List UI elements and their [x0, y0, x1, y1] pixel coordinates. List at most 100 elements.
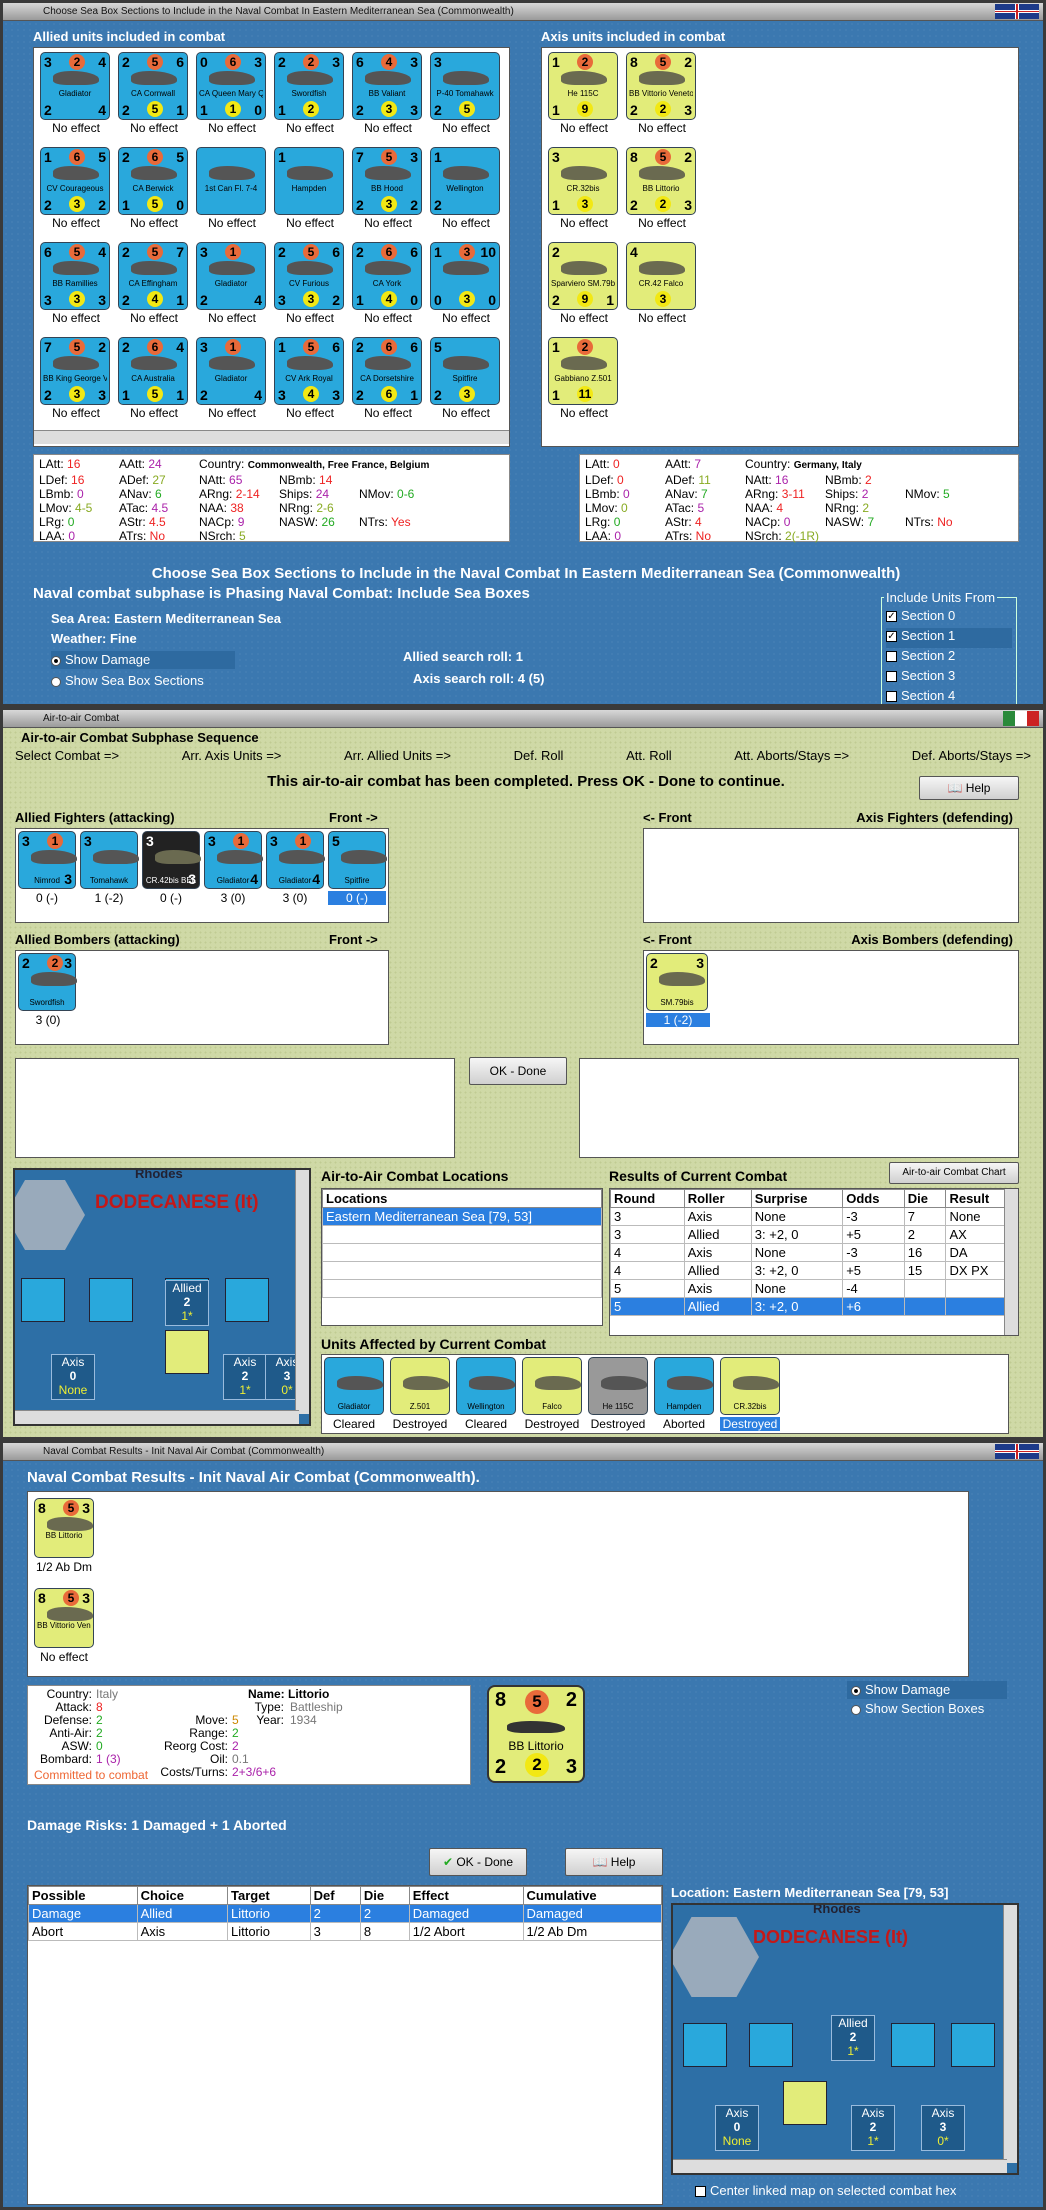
unit-counter[interactable]: 8 5 3 BB Littorio: [34, 1498, 94, 1558]
unit-counter[interactable]: 5 Spitfire: [328, 831, 387, 889]
unit-counter[interactable]: 3 1 4 Gladiator: [266, 831, 325, 889]
unit-counter[interactable]: 3 1 3 CR.32bis: [548, 147, 618, 215]
unit-counter[interactable]: 8 5 2 2 2 3 BB Vittorio Veneto: [626, 52, 696, 120]
map-unit[interactable]: [951, 2023, 995, 2067]
map-unit[interactable]: [783, 2081, 827, 2125]
unit-counter[interactable]: 7 5 3 2 3 2 BB Hood: [352, 147, 422, 215]
naval-units-panel[interactable]: 8 5 3 BB Littorio 1/2 Ab Dm 8 5 3 BB Vittorio Ve…: [27, 1491, 969, 1677]
map-axis-box[interactable]: Axis 0 None: [715, 2105, 759, 2151]
map-axis-box[interactable]: Axis 2 1*: [851, 2105, 895, 2151]
unit-counter[interactable]: 3 2 5 P-40 Tomahawk: [430, 52, 500, 120]
map-vscrollbar[interactable]: [295, 1170, 309, 1414]
axis-units-panel[interactable]: 1 2 1 9 He 115C No effect 8 5 2 2 2 3 BB Vittorio Ve…: [541, 47, 1019, 447]
results-row[interactable]: 4 Axis None -3 16 DA: [610, 1243, 1018, 1262]
unit-counter[interactable]: 1 2 Wellington: [430, 147, 500, 215]
air-combat-chart-button[interactable]: Air-to-air Combat Chart: [889, 1162, 1019, 1184]
results-row[interactable]: 4 Allied 3: +2, 0 +5 15 DX PX: [610, 1261, 1018, 1280]
results-table[interactable]: Round Roller Surprise Odds Die Result 3 Axis Non…: [609, 1188, 1019, 1336]
unit-counter[interactable]: 2 5 6 3 3 2 CV Furious: [274, 242, 344, 310]
map-axis-box[interactable]: Axis 3 0*: [921, 2105, 965, 2151]
unit-counter[interactable]: 3 1 2 4 Gladiator: [196, 242, 266, 310]
unit-counter[interactable]: 1 Hampden: [274, 147, 344, 215]
damage-row[interactable]: Abort Axis Littorio 3 8 1/2 Abort 1/2 Ab Dm: [28, 1922, 663, 1941]
help-button[interactable]: 📖 Help: [565, 1848, 663, 1876]
results-row[interactable]: 3 Allied 3: +2, 0 +5 2 AX: [610, 1225, 1018, 1244]
unit-counter[interactable]: 8 5 2 2 2 3 BB Littorio: [626, 147, 696, 215]
map-hscrollbar[interactable]: [15, 1410, 299, 1424]
results-row[interactable]: 5 Allied 3: +2, 0 +6: [610, 1297, 1018, 1316]
map-axis-box[interactable]: Axis 2 1*: [223, 1354, 267, 1400]
unit-counter[interactable]: 063110CA Queen Mary Queen Elizabeth: [196, 52, 266, 120]
allied-fighters-panel[interactable]: 3 1 3 Nimrod 0 (-) 3 Tomahawk 1 (-2) 3 3 CR.42bis …: [15, 828, 389, 923]
unit-counter[interactable]: 3 1 4 Gladiator: [204, 831, 263, 889]
unit-counter[interactable]: 1st Can Fl. 7-4: [196, 147, 266, 215]
map-unit[interactable]: [683, 2023, 727, 2067]
unit-counter[interactable]: 3 Tomahawk: [80, 831, 139, 889]
unit-counter[interactable]: 1 5 6 3 4 3 CV Ark Royal: [274, 337, 344, 405]
unit-counter[interactable]: 3 1 3 Nimrod: [18, 831, 77, 889]
map-unit[interactable]: [21, 1278, 65, 1322]
allied-hscrollbar[interactable]: [34, 430, 509, 444]
map-allied-box[interactable]: Allied 2 1*: [831, 2015, 875, 2061]
axis-fighters-panel[interactable]: [643, 828, 1019, 923]
unit-counter[interactable]: 6 4 3 2 3 3 BB Valiant: [352, 52, 422, 120]
show-damage-radio[interactable]: Show Damage: [847, 1681, 1007, 1699]
location-row[interactable]: Eastern Mediterranean Sea [79, 53]: [322, 1207, 602, 1226]
mini-map[interactable]: Rhodes DODECANESE (It) Axis 0 None Axis 2 1* A…: [13, 1168, 311, 1426]
unit-counter[interactable]: 1 2 1 11 Gabbiano Z.501: [548, 337, 618, 405]
unit-counter[interactable]: 2 2 3 Swordfish: [18, 953, 77, 1011]
unit-counter[interactable]: 1 6 5 2 3 2 CV Courageous: [40, 147, 110, 215]
center-map-checkbox[interactable]: Center linked map on selected combat hex: [695, 2183, 956, 2198]
unit-counter[interactable]: 3 2 4 2 4 Gladiator: [40, 52, 110, 120]
allied-bombers-panel[interactable]: 2 2 3 Swordfish 3 (0): [15, 950, 389, 1045]
axis-bombers-panel[interactable]: 2 3 SM.79bis 1 (-2): [643, 950, 1019, 1045]
map-unit[interactable]: [225, 1278, 269, 1322]
selected-unit-counter[interactable]: 8 5 2 BB Littorio 2 2 3: [487, 1685, 585, 1783]
unit-counter[interactable]: 2 6 6 1 4 0 CA York: [352, 242, 422, 310]
unit-counter[interactable]: CR.32bis: [720, 1357, 780, 1415]
unit-counter[interactable]: 8 53 BB Vittorio Veneto: [34, 1588, 94, 1648]
unit-counter[interactable]: Wellington: [456, 1357, 516, 1415]
unit-counter[interactable]: 2 6 4 1 5 1 CA Australia: [118, 337, 188, 405]
map-vscrollbar[interactable]: [1003, 1905, 1017, 2163]
locations-table[interactable]: Locations Eastern Mediterranean Sea [79,…: [321, 1188, 603, 1326]
window-titlebar[interactable]: Air-to-air Combat: [3, 710, 1043, 728]
allied-units-panel[interactable]: 3 2 4 2 4 Gladiator No effect 2 5 6 2 5 1 CA Cornwall…: [33, 47, 510, 447]
affected-units-panel[interactable]: Gladiator Cleared Z.501 Destroyed Wellington…: [321, 1354, 1009, 1434]
section-checkbox[interactable]: Section 4: [886, 688, 1012, 704]
unit-counter[interactable]: 2 3 SM.79bis: [646, 953, 708, 1011]
section-checkbox[interactable]: Section 3: [886, 668, 1012, 688]
window-titlebar[interactable]: Naval Combat Results - Init Naval Air Co…: [3, 1443, 1043, 1461]
map-unit[interactable]: [165, 1330, 209, 1374]
unit-counter[interactable]: 2 5 7 2 4 1 CA Effingham: [118, 242, 188, 310]
unit-counter[interactable]: 2 6 6 2 6 1 CA Dorsetshire: [352, 337, 422, 405]
results-vscrollbar[interactable]: [1004, 1189, 1018, 1335]
unit-counter[interactable]: 2 6 5 1 5 0 CA Berwick: [118, 147, 188, 215]
map-hscrollbar[interactable]: [673, 2159, 1007, 2173]
unit-counter[interactable]: 3 3 CR.42bis BEL: [142, 831, 201, 889]
unit-counter[interactable]: 4 3 CR.42 Falco: [626, 242, 696, 310]
results-row[interactable]: 3 Axis None -3 7 None: [610, 1207, 1018, 1226]
map-axis-box[interactable]: Axis 0 None: [51, 1354, 95, 1400]
unit-counter[interactable]: Hampden: [654, 1357, 714, 1415]
results-row[interactable]: 5 Axis None -4: [610, 1279, 1018, 1298]
unit-counter[interactable]: 7 5 2 2 3 3 BB King George V: [40, 337, 110, 405]
section-checkbox[interactable]: ✓ Section 0: [886, 608, 1012, 628]
show-sections-radio[interactable]: Show Sea Box Sections: [51, 673, 204, 688]
map-unit[interactable]: [891, 2023, 935, 2067]
unit-counter[interactable]: 2 2 9 1 Sparviero SM.79bis: [548, 242, 618, 310]
section-checkbox[interactable]: ✓ Section 1: [886, 628, 1012, 648]
damage-row[interactable]: Damage Allied Littorio 2 2 Damaged Damaged: [28, 1904, 663, 1923]
unit-counter[interactable]: Gladiator: [324, 1357, 384, 1415]
show-damage-radio[interactable]: Show Damage: [51, 651, 235, 669]
unit-counter[interactable]: He 115C: [588, 1357, 648, 1415]
map-unit[interactable]: [89, 1278, 133, 1322]
unit-counter[interactable]: 1 2 1 9 He 115C: [548, 52, 618, 120]
unit-counter[interactable]: 6 5 4 3 3 3 BB Ramillies: [40, 242, 110, 310]
window-titlebar[interactable]: Choose Sea Box Sections to Include in th…: [3, 3, 1043, 21]
unit-counter[interactable]: 2 5 6 2 5 1 CA Cornwall: [118, 52, 188, 120]
help-button[interactable]: 📖 Help: [919, 776, 1019, 800]
unit-counter[interactable]: 1 3 10 0 3 0: [430, 242, 500, 310]
ok-done-button[interactable]: ✔ OK - Done: [429, 1848, 527, 1876]
unit-counter[interactable]: 3 1 2 4 Gladiator: [196, 337, 266, 405]
